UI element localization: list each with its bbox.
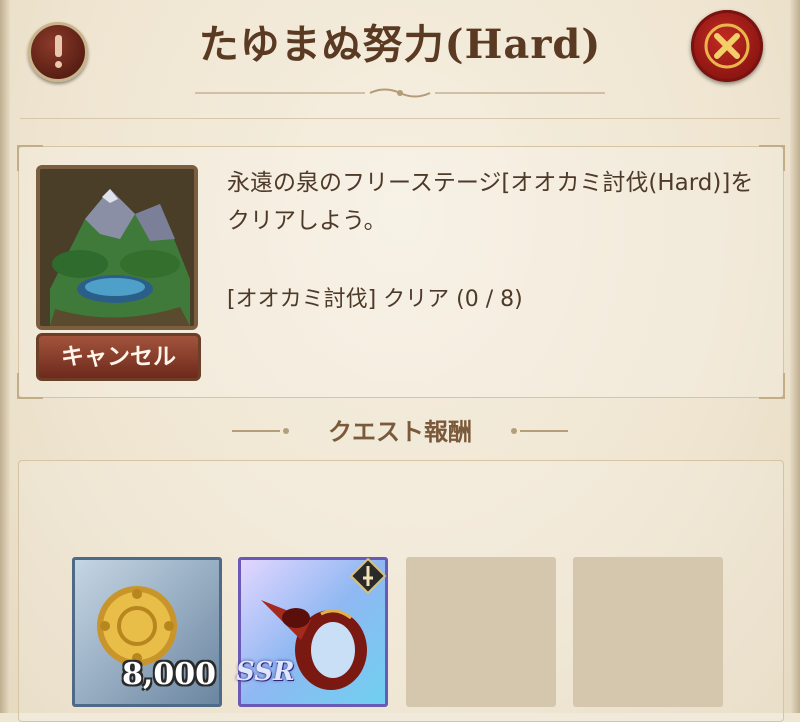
reward-slot-empty bbox=[406, 557, 556, 707]
quest-progress: [オオカミ討伐] クリア (0 / 8) bbox=[227, 287, 523, 312]
reward-quantity: 8,000 bbox=[122, 657, 216, 692]
corner-ornament bbox=[759, 373, 785, 399]
reward-slot-empty bbox=[573, 557, 723, 707]
header-ornament bbox=[195, 88, 605, 98]
quest-dialog: たゆまぬ努力(Hard) キャンセル 永遠の泉のフリーステージ[オオカミ討伐(H… bbox=[0, 0, 800, 722]
rewards-title: クエスト報酬 bbox=[328, 418, 472, 446]
mountain-lake-landscape-icon bbox=[40, 169, 194, 326]
close-button[interactable] bbox=[691, 10, 763, 82]
close-x-icon bbox=[704, 23, 750, 69]
rarity-badge: SSR bbox=[236, 657, 295, 687]
quest-description: 永遠の泉のフリーステージ[オオカミ討伐(Hard)]をクリアしよう。 bbox=[227, 170, 754, 234]
dialog-title: たゆまぬ努力(Hard) bbox=[198, 21, 602, 68]
ornament-right bbox=[511, 428, 568, 434]
cancel-button[interactable]: キャンセル bbox=[36, 333, 201, 381]
sword-icon bbox=[350, 558, 386, 594]
stage-thumbnail bbox=[36, 165, 198, 330]
header-divider bbox=[20, 118, 780, 119]
